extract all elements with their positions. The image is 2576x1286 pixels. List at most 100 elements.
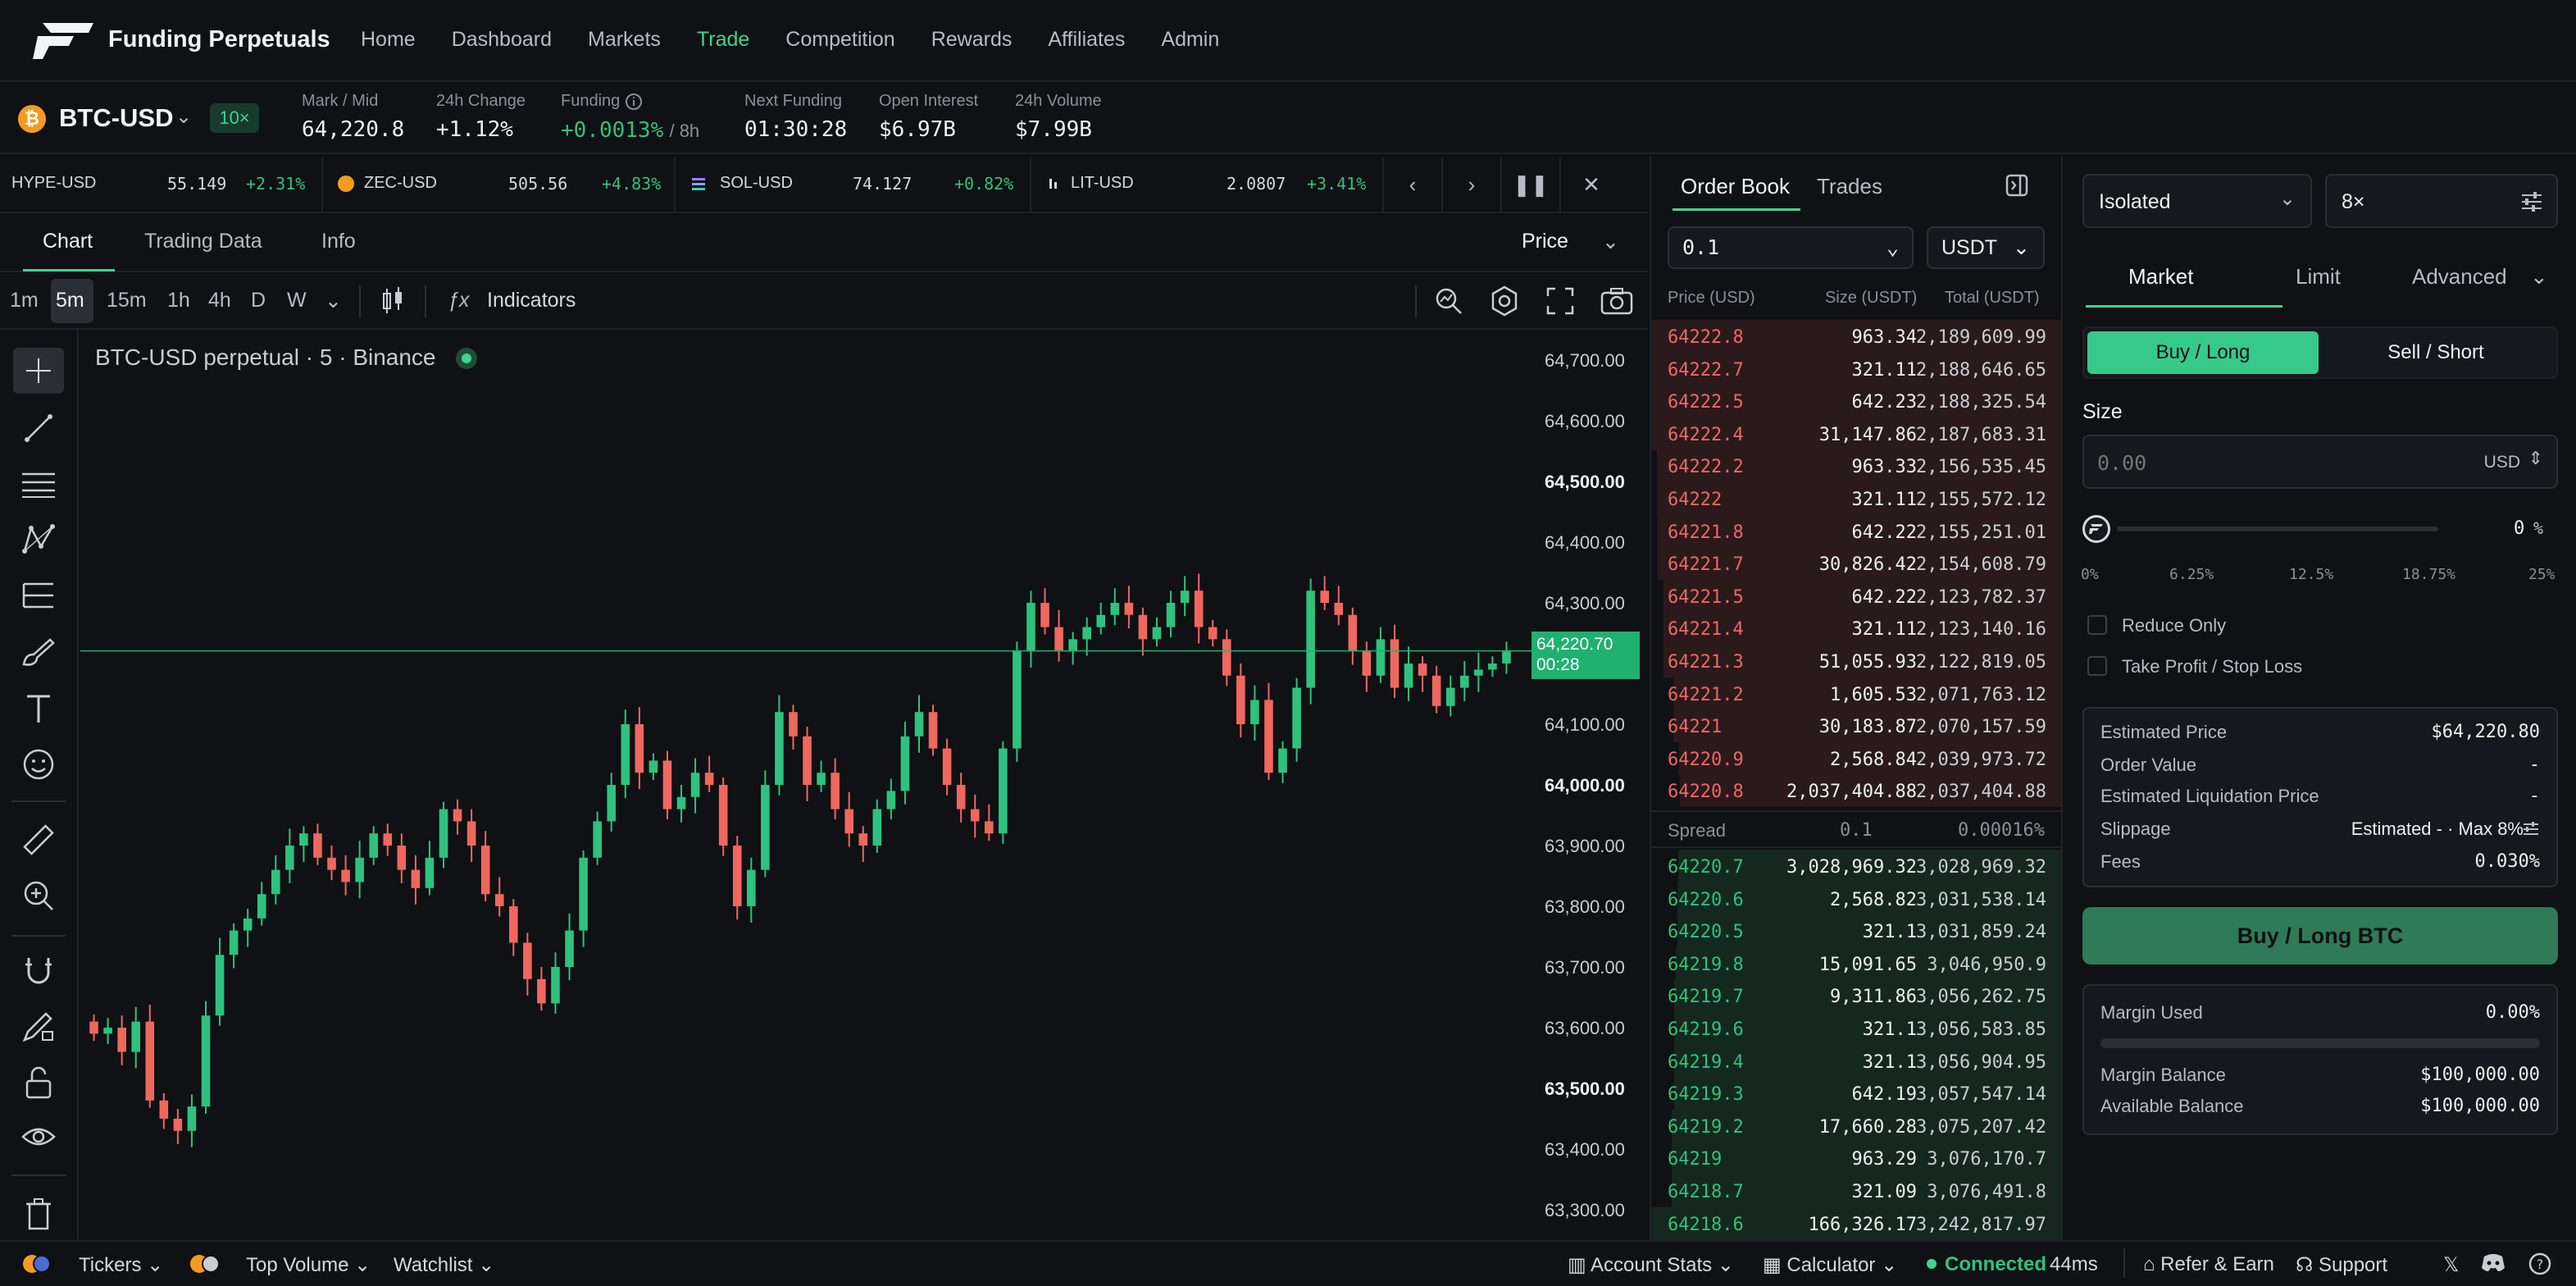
leverage-badge[interactable]: 10×	[210, 103, 259, 133]
trash-icon[interactable]	[13, 1191, 64, 1237]
leverage-select[interactable]: 8×	[2325, 174, 2558, 228]
bid-row[interactable]: 64220.7 3,028,969.32 3,028,969.32	[1651, 850, 2061, 882]
chevron-right-icon[interactable]: ›	[1441, 157, 1500, 212]
tpsl-checkbox[interactable]	[2087, 656, 2107, 676]
reduce-only-label[interactable]: Reduce Only	[2122, 615, 2226, 636]
nav-dashboard[interactable]: Dashboard	[452, 28, 552, 52]
chevron-down-icon[interactable]: ⌄	[325, 289, 342, 313]
ask-row[interactable]: 64220.8 2,037,404.88 2,037,404.88	[1651, 774, 2061, 808]
pause-icon[interactable]: ❚❚	[1500, 157, 1559, 212]
ticker-sol[interactable]: SOL-USD	[720, 174, 793, 193]
nav-affiliates[interactable]: Affiliates	[1048, 28, 1125, 52]
slider-tick[interactable]: 12.5%	[2289, 566, 2333, 583]
pencil-lock-icon[interactable]	[13, 1004, 64, 1050]
ask-row[interactable]: 64222 321.11 2,155,572.12	[1651, 482, 2061, 515]
ticker-zec[interactable]: ZEC-USD	[364, 174, 437, 193]
zoom-search-icon[interactable]	[1433, 285, 1464, 317]
slider-tick[interactable]: 0%	[2081, 566, 2099, 583]
discord-icon[interactable]	[2481, 1253, 2505, 1273]
zoom-in-icon[interactable]	[13, 873, 64, 919]
tab-limit[interactable]: Limit	[2296, 264, 2341, 290]
ticker-lit[interactable]: LIT-USD	[1071, 174, 1134, 193]
bid-row[interactable]: 64219.7 9,311.86 3,056,262.75	[1651, 979, 2061, 1013]
ask-row[interactable]: 64220.9 2,568.84 2,039,973.72	[1651, 741, 2061, 775]
chevron-down-icon[interactable]: ⌄	[175, 105, 192, 129]
tab-market[interactable]: Market	[2128, 264, 2193, 290]
timeframe-w[interactable]: W	[287, 289, 307, 312]
ask-row[interactable]: 64221.3 51,055.93 2,122,819.05	[1651, 645, 2061, 677]
slider-tick[interactable]: 6.25%	[2169, 566, 2214, 583]
unit-select[interactable]: USDT ⌄	[1927, 226, 2045, 269]
slider-tick[interactable]: 25%	[2528, 566, 2556, 583]
bid-row[interactable]: 64219.2 17,660.28 3,075,207.42	[1651, 1109, 2061, 1142]
chevron-down-icon[interactable]: ⌄	[1602, 230, 1619, 254]
refer-earn-link[interactable]: ⌂ Refer & Earn	[2143, 1253, 2274, 1276]
size-unit[interactable]: USD	[2484, 453, 2520, 472]
timeframe-5m[interactable]: 5m	[56, 289, 84, 312]
top-volume-menu[interactable]: Top Volume ⌄	[246, 1253, 371, 1277]
ask-row[interactable]: 64221 30,183.87 2,070,157.59	[1651, 709, 2061, 743]
margin-mode-select[interactable]: Isolated ⌄	[2082, 174, 2312, 228]
bid-row[interactable]: 64218.6 166,326.17 3,242,817.97	[1651, 1206, 2061, 1240]
price-chart[interactable]	[80, 330, 1648, 1240]
reduce-only-checkbox[interactable]	[2087, 615, 2107, 635]
nav-rewards[interactable]: Rewards	[931, 28, 1013, 52]
horizontal-lines-icon[interactable]	[13, 461, 64, 507]
brush-icon[interactable]	[13, 628, 64, 674]
nav-home[interactable]: Home	[361, 28, 416, 52]
market-selector[interactable]: BTC-USD	[59, 103, 174, 133]
unit-toggle-icon[interactable]: ⇕	[2528, 448, 2543, 469]
candlestick-chart[interactable]	[80, 330, 1531, 1240]
ask-row[interactable]: 64222.5 642.23 2,188,325.54	[1651, 385, 2061, 418]
account-stats-menu[interactable]: ▥ Account Stats ⌄	[1568, 1253, 1734, 1277]
bid-row[interactable]: 64219 963.29 3,076,170.7	[1651, 1142, 2061, 1175]
fib-retracement-icon[interactable]	[13, 572, 64, 618]
tab-trades[interactable]: Trades	[1817, 174, 1882, 199]
slider-tick[interactable]: 18.75%	[2402, 566, 2455, 583]
unlock-icon[interactable]	[13, 1060, 64, 1106]
ask-row[interactable]: 64221.5 642.22 2,123,782.37	[1651, 579, 2061, 613]
text-tool-icon[interactable]	[13, 686, 64, 732]
nav-admin[interactable]: Admin	[1161, 28, 1219, 52]
tab-trading-data[interactable]: Trading Data	[144, 230, 262, 253]
nav-markets[interactable]: Markets	[588, 28, 661, 52]
magnet-icon[interactable]	[13, 948, 64, 994]
watchlist-menu[interactable]: Watchlist ⌄	[394, 1253, 494, 1277]
settings-gear-icon[interactable]	[1489, 285, 1520, 317]
timeframe-d[interactable]: D	[251, 289, 266, 312]
crosshair-icon[interactable]	[13, 348, 64, 394]
bid-row[interactable]: 64220.5 321.1 3,031,859.24	[1651, 914, 2061, 948]
bid-row[interactable]: 64220.6 2,568.82 3,031,538.14	[1651, 882, 2061, 915]
candles-icon[interactable]	[379, 285, 407, 317]
size-slider-track[interactable]	[2117, 527, 2438, 531]
ask-row[interactable]: 64221.7 30,826.42 2,154,608.79	[1651, 547, 2061, 581]
nav-trade[interactable]: Trade	[697, 28, 749, 52]
tab-info[interactable]: Info	[321, 230, 356, 253]
tpsl-label[interactable]: Take Profit / Stop Loss	[2122, 656, 2302, 677]
ruler-icon[interactable]	[13, 817, 64, 863]
chevron-down-icon[interactable]: ⌄	[2530, 264, 2548, 290]
trend-line-icon[interactable]	[13, 405, 64, 451]
emoji-icon[interactable]	[13, 741, 64, 787]
brand-logo-icon[interactable]	[33, 21, 95, 61]
chevron-left-icon[interactable]: ‹	[1382, 157, 1441, 212]
buy-long-toggle[interactable]: Buy / Long	[2087, 331, 2319, 374]
collapse-panel-icon[interactable]	[2005, 174, 2028, 197]
size-slider-thumb[interactable]	[2082, 515, 2110, 543]
tab-advanced[interactable]: Advanced	[2412, 264, 2507, 290]
x-twitter-icon[interactable]: 𝕏	[2443, 1253, 2459, 1277]
info-icon[interactable]	[625, 93, 643, 111]
tab-chart[interactable]: Chart	[43, 230, 93, 253]
sliders-icon[interactable]	[2522, 820, 2540, 838]
tick-size-select[interactable]: 0.1 ⌄	[1668, 226, 1914, 269]
ask-row[interactable]: 64221.2 1,605.53 2,071,763.12	[1651, 677, 2061, 710]
timeframe-4h[interactable]: 4h	[208, 289, 231, 312]
fullscreen-icon[interactable]	[1546, 287, 1574, 315]
ask-row[interactable]: 64222.4 31,147.86 2,187,683.31	[1651, 417, 2061, 450]
price-mode-select[interactable]: Price	[1522, 230, 1568, 253]
tickers-menu[interactable]: Tickers ⌄	[79, 1253, 163, 1277]
ask-row[interactable]: 64222.2 963.33 2,156,535.45	[1651, 449, 2061, 483]
bid-row[interactable]: 64218.7 321.09 3,076,491.8	[1651, 1174, 2061, 1207]
nav-competition[interactable]: Competition	[785, 28, 894, 52]
camera-icon[interactable]	[1600, 287, 1633, 315]
